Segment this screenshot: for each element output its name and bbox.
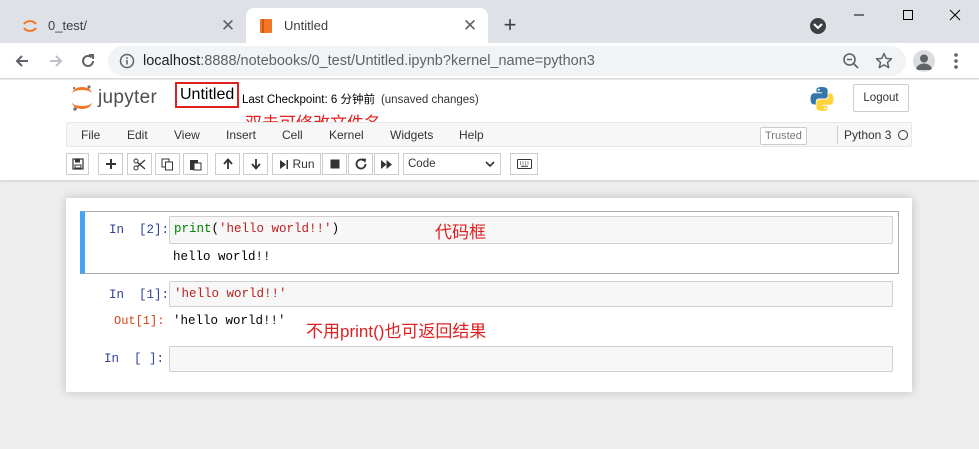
browser-menu-icon[interactable] bbox=[948, 51, 964, 71]
insert-cell-button[interactable] bbox=[98, 153, 123, 175]
browser-tabstrip: 0_test/ ✕ Untitled ✕ + bbox=[0, 0, 979, 43]
code-cell[interactable]: In [1]: 'hello world!!' Out[1]: 'hello w… bbox=[80, 280, 899, 336]
forward-arrow-icon[interactable] bbox=[44, 49, 68, 73]
address-bar[interactable]: localhost:8888/notebooks/0_test/Untitled… bbox=[108, 46, 906, 76]
site-info-icon[interactable] bbox=[119, 53, 135, 69]
save-icon bbox=[71, 158, 84, 170]
menu-edit[interactable]: Edit bbox=[127, 128, 148, 142]
tab-title: 0_test/ bbox=[48, 18, 88, 33]
menu-widgets[interactable]: Widgets bbox=[390, 128, 433, 142]
arrow-down-icon bbox=[250, 159, 261, 170]
move-down-button[interactable] bbox=[243, 153, 268, 175]
input-prompt: In [2]: bbox=[109, 223, 170, 237]
notebook-container: In [2]: print('hello world!!') hello wor… bbox=[66, 198, 912, 392]
code-cell[interactable]: In [ ]: bbox=[80, 344, 899, 374]
close-icon[interactable]: ✕ bbox=[218, 16, 238, 36]
interrupt-button[interactable] bbox=[322, 153, 347, 175]
code-cell[interactable]: In [2]: print('hello world!!') hello wor… bbox=[80, 211, 899, 274]
jupyter-favicon-icon bbox=[22, 18, 38, 34]
jupyter-menubar: File Edit View Insert Cell Kernel Widget… bbox=[66, 122, 912, 147]
kernel-idle-icon bbox=[898, 130, 909, 140]
jupyter-logo[interactable]: jupyter bbox=[70, 83, 157, 113]
checkpoint-status: Last Checkpoint: 6 分钟前 (unsaved changes) bbox=[242, 94, 479, 106]
menu-kernel[interactable]: Kernel bbox=[329, 128, 364, 142]
kernel-indicator[interactable]: Python 3 bbox=[837, 126, 909, 144]
maximize-icon[interactable] bbox=[884, 0, 932, 30]
cell-output: hello world!! bbox=[173, 250, 271, 264]
copy-icon bbox=[161, 158, 173, 170]
notebook-favicon-icon bbox=[258, 18, 274, 34]
menu-file[interactable]: File bbox=[81, 128, 100, 142]
step-forward-icon bbox=[280, 159, 289, 169]
browser-toolbar: localhost:8888/notebooks/0_test/Untitled… bbox=[0, 43, 979, 79]
paste-button[interactable] bbox=[183, 153, 208, 175]
keyboard-icon bbox=[516, 159, 532, 169]
window-close-icon[interactable] bbox=[931, 0, 979, 30]
plus-icon bbox=[105, 159, 116, 169]
stop-icon bbox=[330, 159, 339, 169]
code-input[interactable]: print('hello world!!') bbox=[169, 216, 893, 244]
fast-forward-icon bbox=[381, 159, 392, 169]
browser-tab-untitled[interactable]: Untitled ✕ bbox=[246, 8, 488, 43]
input-prompt: In [1]: bbox=[109, 288, 170, 302]
jupyter-logo-icon bbox=[72, 85, 92, 111]
reload-icon[interactable] bbox=[76, 49, 100, 73]
arrow-up-icon bbox=[222, 158, 233, 169]
menu-view[interactable]: View bbox=[174, 128, 200, 142]
run-label: Run bbox=[292, 157, 315, 171]
jupyter-logo-text: jupyter bbox=[98, 87, 158, 108]
minimize-icon[interactable] bbox=[835, 0, 883, 30]
move-up-button[interactable] bbox=[215, 153, 240, 175]
output-prompt: Out[1]: bbox=[114, 314, 165, 328]
code-input[interactable]: 'hello world!!' bbox=[169, 281, 893, 307]
paste-icon bbox=[190, 159, 202, 170]
cut-button[interactable] bbox=[127, 153, 152, 175]
trusted-indicator[interactable]: Trusted bbox=[760, 127, 807, 145]
bookmark-star-icon[interactable] bbox=[874, 51, 894, 71]
menu-cell[interactable]: Cell bbox=[282, 128, 303, 142]
jupyter-header: jupyter Untitled Last Checkpoint: 6 分钟前(… bbox=[0, 80, 979, 180]
tab-search-icon[interactable] bbox=[808, 16, 828, 36]
code-input[interactable] bbox=[169, 346, 893, 372]
tab-title: Untitled bbox=[284, 18, 329, 33]
kernel-name: Python 3 bbox=[844, 128, 892, 142]
back-arrow-icon[interactable] bbox=[10, 49, 34, 73]
copy-button[interactable] bbox=[155, 153, 180, 175]
menu-insert[interactable]: Insert bbox=[226, 128, 256, 142]
restart-icon bbox=[355, 158, 366, 170]
cell-type-value: Code bbox=[408, 158, 436, 170]
annotation-return-hint: 不用print()也可返回结果 bbox=[306, 322, 487, 341]
new-tab-button[interactable]: + bbox=[498, 14, 522, 38]
menu-help[interactable]: Help bbox=[459, 128, 484, 142]
logout-button[interactable]: Logout bbox=[853, 84, 909, 112]
input-prompt: In [ ]: bbox=[104, 352, 165, 366]
chevron-down-icon bbox=[485, 161, 495, 168]
profile-avatar-icon[interactable] bbox=[913, 50, 935, 72]
cell-type-select[interactable]: Code bbox=[403, 153, 501, 175]
autosave-status: (unsaved changes) bbox=[380, 94, 479, 106]
notebook-toolbar: Run Code bbox=[66, 152, 912, 176]
scissors-icon bbox=[133, 158, 146, 170]
python-logo-icon bbox=[808, 85, 836, 113]
save-button[interactable] bbox=[66, 153, 89, 175]
browser-tab-0-test[interactable]: 0_test/ ✕ bbox=[8, 8, 246, 43]
cell-output: 'hello world!!' bbox=[173, 314, 286, 328]
command-palette-button[interactable] bbox=[510, 153, 538, 175]
notebook-name[interactable]: Untitled bbox=[175, 82, 240, 108]
restart-kernel-button[interactable] bbox=[348, 153, 373, 175]
annotation-code-cell: 代码框 bbox=[435, 223, 486, 242]
zoom-icon[interactable] bbox=[842, 52, 860, 70]
restart-run-all-button[interactable] bbox=[374, 153, 399, 175]
url-text: localhost:8888/notebooks/0_test/Untitled… bbox=[143, 53, 595, 69]
run-button[interactable]: Run bbox=[272, 153, 321, 175]
close-icon[interactable]: ✕ bbox=[460, 16, 480, 36]
